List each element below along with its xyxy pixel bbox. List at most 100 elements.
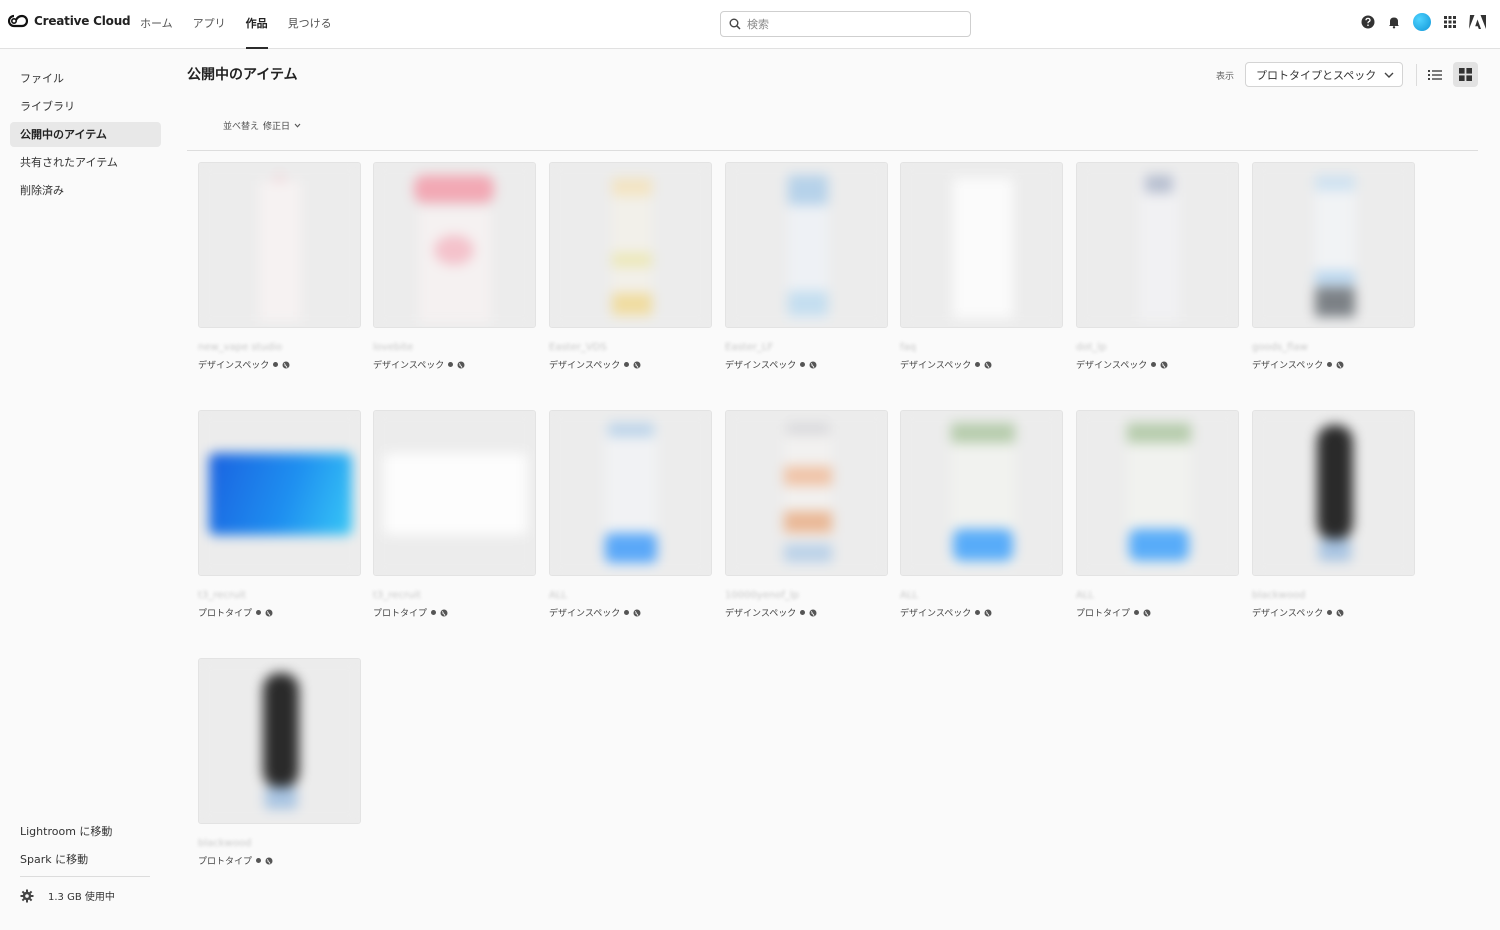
list-view-button[interactable] [1422,62,1447,87]
help-icon[interactable] [1361,15,1375,29]
search-input[interactable] [747,17,947,31]
gear-icon[interactable] [20,889,34,903]
item-type: デザインスペック [725,609,797,619]
item-thumbnail[interactable] [1252,410,1415,576]
item-name: ALL [900,590,918,601]
item-card[interactable]: faq デザインスペック [900,162,1063,371]
globe-icon [1160,361,1168,368]
separator-dot [975,362,981,367]
sort-control[interactable]: 並べ替え 修正日 [223,119,301,132]
item-card[interactable]: t3_recruit プロトタイプ [373,410,536,619]
globe-icon [265,857,273,864]
item-card[interactable]: dot_lp デザインスペック [1076,162,1239,371]
item-meta: デザインスペック [549,358,712,371]
item-card[interactable]: blackwood デザインスペック [1252,410,1415,619]
item-thumbnail[interactable] [1252,162,1415,328]
storage-status: 1.3 GB 使用中 [20,888,115,903]
nav-home[interactable]: ホーム [140,0,183,49]
page-title: 公開中のアイテム [187,67,298,83]
sidebar-item-files[interactable]: ファイル [10,66,161,91]
sidebar-link-lightroom[interactable]: Lightroom に移動 [10,823,161,839]
chevron-down-icon [1384,72,1394,78]
globe-icon [633,361,641,368]
item-thumbnail[interactable] [198,658,361,824]
item-meta: デザインスペック [373,358,536,371]
item-thumbnail[interactable] [1076,162,1239,328]
item-thumbnail[interactable] [1076,410,1239,576]
grid-view-button[interactable] [1453,62,1478,87]
item-meta: デザインスペック [198,358,361,371]
globe-icon [440,609,448,616]
search-icon [729,18,741,30]
bell-icon[interactable] [1387,15,1401,29]
item-card[interactable]: Easter_LF デザインスペック [725,162,888,371]
item-thumbnail[interactable] [900,162,1063,328]
item-meta: デザインスペック [900,358,1063,371]
sidebar-item-shared[interactable]: 共有されたアイテム [10,150,161,175]
item-thumbnail[interactable] [900,410,1063,576]
adobe-logo-icon[interactable] [1469,15,1486,29]
globe-icon [1336,361,1344,368]
top-icons [1361,13,1486,31]
item-name: Easter_VDS [549,342,607,353]
item-meta: デザインスペック [1252,358,1415,371]
item-type: デザインスペック [198,361,270,371]
apps-grid-icon[interactable] [1443,15,1457,29]
globe-icon [282,361,290,368]
avatar[interactable] [1413,13,1431,31]
search-box[interactable] [720,11,971,37]
nav-discover[interactable]: 見つける [278,0,342,49]
item-name: lovebite [373,342,414,353]
separator-dot [800,610,806,615]
item-card[interactable]: blackwood プロトタイプ [198,658,361,867]
item-card[interactable]: lovebite デザインスペック [373,162,536,371]
globe-icon [809,361,817,368]
sidebar-item-libraries[interactable]: ライブラリ [10,94,161,119]
item-type: プロトタイプ [198,857,253,867]
sidebar-item-published[interactable]: 公開中のアイテム [10,122,161,147]
item-type: デザインスペック [549,361,621,371]
item-thumbnail[interactable] [373,410,536,576]
sidebar-link-spark[interactable]: Spark に移動 [10,851,161,867]
separator-dot [256,610,262,615]
view-filter-select[interactable]: プロトタイプとスペック [1245,62,1403,87]
item-type: デザインスペック [549,609,621,619]
separator-dot [1134,610,1140,615]
item-card[interactable]: 10000yenof_lp デザインスペック [725,410,888,619]
item-name: ALL [549,590,567,601]
globe-icon [1336,609,1344,616]
separator-dot [1151,362,1157,367]
item-card[interactable]: ALL プロトタイプ [1076,410,1239,619]
item-thumbnail[interactable] [198,410,361,576]
brand[interactable]: Creative Cloud [8,14,131,28]
item-thumbnail[interactable] [725,410,888,576]
item-thumbnail[interactable] [725,162,888,328]
item-thumbnail[interactable] [549,410,712,576]
item-card[interactable]: t3_recruit プロトタイプ [198,410,361,619]
nav-apps[interactable]: アプリ [183,0,236,49]
sort-value: 修正日 [263,122,291,132]
globe-icon [633,609,641,616]
separator-dot [431,610,437,615]
item-type: プロトタイプ [1076,609,1131,619]
view-label: 表示 [1216,72,1235,82]
item-thumbnail[interactable] [373,162,536,328]
item-meta: デザインスペック [1252,606,1415,619]
item-type: プロトタイプ [198,609,253,619]
item-card[interactable]: ALL デザインスペック [900,410,1063,619]
item-thumbnail[interactable] [549,162,712,328]
top-bar: Creative Cloud ホーム アプリ 作品 見つける [0,0,1500,49]
header-divider [187,150,1478,151]
item-name: dot_lp [1076,342,1107,353]
item-name: t3_recruit [198,590,246,601]
separator-dot [624,610,630,615]
item-card[interactable]: new_vape studio デザインスペック [198,162,361,371]
item-card[interactable]: goods_flaw デザインスペック [1252,162,1415,371]
item-card[interactable]: ALL デザインスペック [549,410,712,619]
item-card[interactable]: Easter_VDS デザインスペック [549,162,712,371]
nav-works[interactable]: 作品 [236,0,278,49]
sidebar-item-deleted[interactable]: 削除済み [10,178,161,203]
item-thumbnail[interactable] [198,162,361,328]
toolbar-divider [1416,64,1417,86]
item-type: デザインスペック [1252,361,1324,371]
